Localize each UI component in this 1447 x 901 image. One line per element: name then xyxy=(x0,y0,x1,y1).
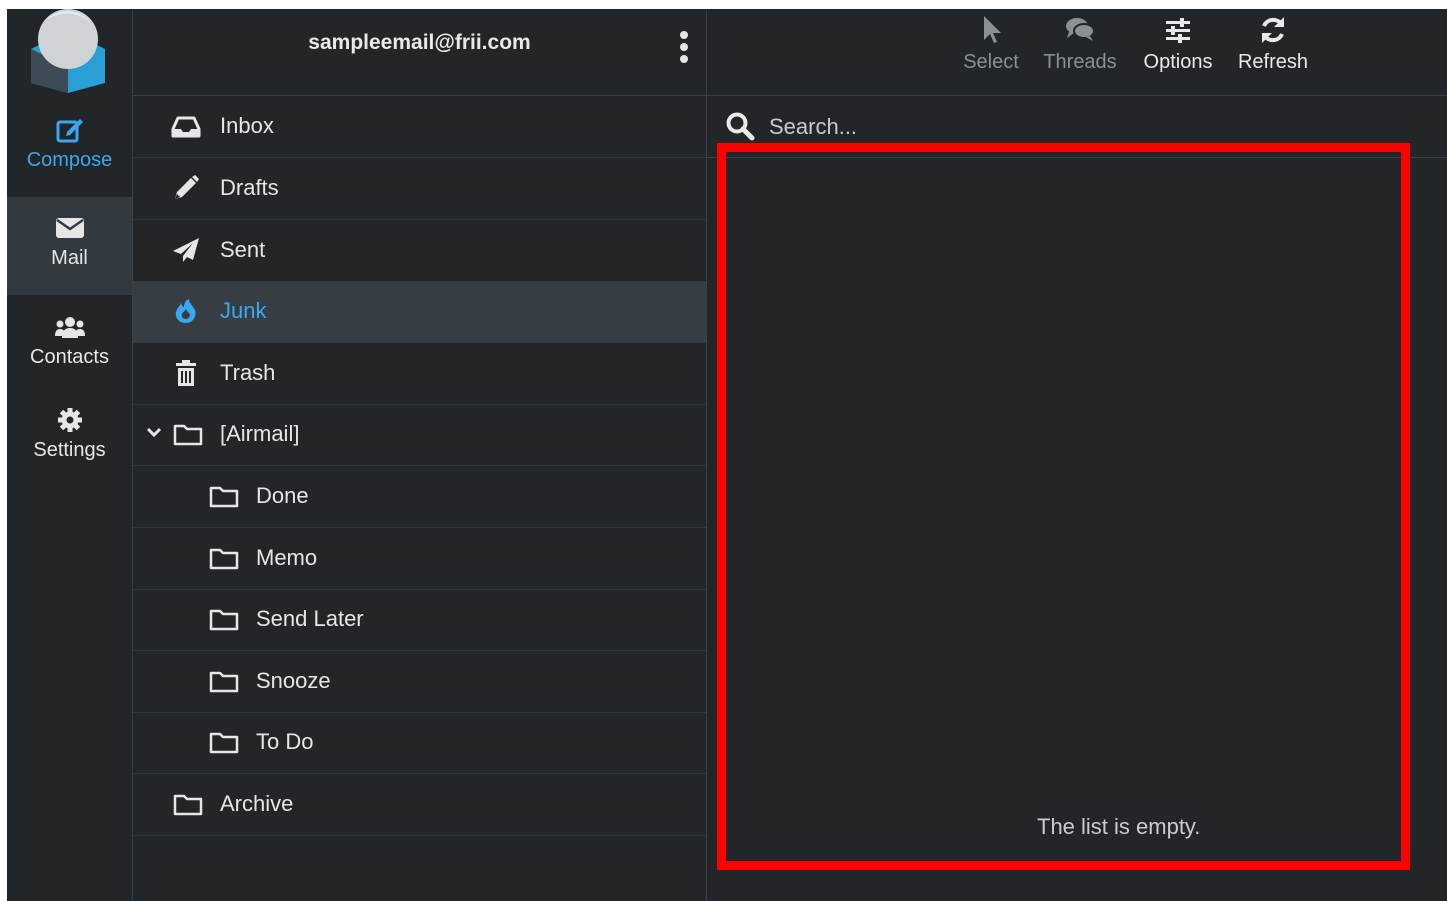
folder-snooze[interactable]: Snooze xyxy=(133,651,706,713)
options-button[interactable]: Options xyxy=(1139,9,1217,95)
folder-inbox[interactable]: Inbox xyxy=(133,96,706,158)
folder-sent[interactable]: Sent xyxy=(133,220,706,282)
folder-airmail-label: [Airmail] xyxy=(220,421,300,446)
folder-junk[interactable]: Junk xyxy=(133,281,706,343)
folder-icon xyxy=(209,609,239,631)
pointer-icon xyxy=(984,16,1001,43)
left-rail: Compose Mail Contacts Settings xyxy=(7,9,133,901)
folder-drafts-label: Drafts xyxy=(220,175,279,200)
folder-to-do[interactable]: To Do xyxy=(133,712,706,774)
folder-junk-label: Junk xyxy=(220,298,267,323)
rail-mail[interactable]: Mail xyxy=(7,197,132,295)
folder-drafts[interactable]: Drafts xyxy=(133,158,706,220)
account-header: sampleemail@frii.com xyxy=(133,9,706,96)
rail-compose-label: Compose xyxy=(26,149,113,171)
comments-icon xyxy=(1066,18,1095,41)
folder-icon xyxy=(173,794,203,816)
folder-archive-label: Archive xyxy=(220,791,294,816)
rail-compose[interactable]: Compose xyxy=(7,105,132,203)
inbox-icon xyxy=(171,116,201,138)
select-label: Select xyxy=(963,51,1019,73)
pencil-icon xyxy=(175,175,199,199)
refresh-button[interactable]: Refresh xyxy=(1233,9,1313,95)
app-logo xyxy=(31,9,105,93)
fire-icon xyxy=(175,299,196,323)
sliders-icon xyxy=(1166,18,1190,43)
folder-to-do-label: To Do xyxy=(256,729,314,754)
rail-settings-label: Settings xyxy=(33,439,106,461)
folder-done-label: Done xyxy=(256,483,309,508)
more-vertical-icon[interactable] xyxy=(678,29,690,65)
folder-memo-label: Memo xyxy=(256,545,318,570)
folder-inbox-label: Inbox xyxy=(220,113,274,138)
message-list-panel: Select Threads Options Refresh Search...… xyxy=(707,9,1447,901)
rail-mail-label: Mail xyxy=(51,247,88,269)
account-email: sampleemail@frii.com xyxy=(308,31,531,54)
folder-icon xyxy=(173,424,203,446)
empty-list-message: The list is empty. xyxy=(1037,814,1201,839)
rail-settings[interactable]: Settings xyxy=(7,395,132,493)
toolbar: Select Threads Options Refresh xyxy=(707,9,1447,96)
compose-icon xyxy=(56,119,83,143)
folder-trash[interactable]: Trash xyxy=(133,343,706,405)
folder-archive[interactable]: Archive xyxy=(133,774,706,836)
options-label: Options xyxy=(1143,51,1213,73)
envelope-icon xyxy=(55,218,84,238)
refresh-icon xyxy=(1262,17,1284,43)
chevron-down-icon[interactable] xyxy=(146,424,162,440)
gear-icon xyxy=(57,408,82,432)
trash-icon xyxy=(176,360,196,386)
rail-contacts[interactable]: Contacts xyxy=(7,296,132,394)
folder-send-later[interactable]: Send Later xyxy=(133,589,706,651)
folder-icon xyxy=(209,732,239,754)
users-icon xyxy=(54,317,85,338)
folder-icon xyxy=(209,548,239,570)
folder-icon xyxy=(209,486,239,508)
search-bar xyxy=(707,96,1447,158)
search-input[interactable] xyxy=(767,110,1411,144)
select-button[interactable]: Select xyxy=(959,9,1023,95)
folder-memo[interactable]: Memo xyxy=(133,528,706,590)
folder-send-later-label: Send Later xyxy=(256,606,364,631)
threads-button[interactable]: Threads xyxy=(1040,9,1120,95)
search-icon xyxy=(726,112,755,141)
folder-icon xyxy=(209,671,239,693)
rail-contacts-label: Contacts xyxy=(30,346,109,368)
folder-snooze-label: Snooze xyxy=(256,668,331,693)
folder-airmail[interactable]: [Airmail] xyxy=(133,404,706,466)
paper-plane-icon xyxy=(173,238,199,262)
folder-panel: sampleemail@frii.com Inbox Drafts Sent J… xyxy=(133,9,707,901)
threads-label: Threads xyxy=(1043,51,1117,73)
webmail-app: Compose Mail Contacts Settings sampleema… xyxy=(7,9,1447,901)
refresh-label: Refresh xyxy=(1237,51,1309,73)
folder-trash-label: Trash xyxy=(220,360,276,385)
folder-done[interactable]: Done xyxy=(133,466,706,528)
folder-sent-label: Sent xyxy=(220,237,266,262)
